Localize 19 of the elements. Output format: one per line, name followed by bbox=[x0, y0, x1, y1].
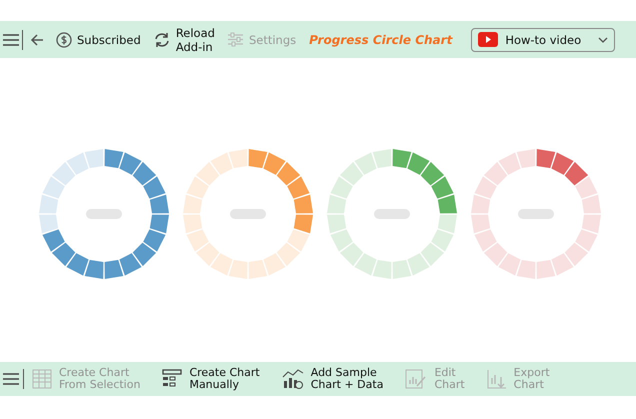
video-dropdown[interactable]: How-to video bbox=[471, 28, 616, 52]
reload-icon bbox=[152, 32, 171, 48]
table-icon bbox=[32, 369, 52, 389]
edit-chart-icon bbox=[405, 369, 428, 389]
app-title: Progress Circle Chart bbox=[309, 32, 452, 46]
caret-icon bbox=[598, 36, 608, 42]
menu-icon[interactable] bbox=[3, 32, 19, 46]
add-sample-button[interactable]: Add Sample Chart + Data bbox=[282, 367, 384, 391]
play-icon bbox=[478, 32, 498, 47]
reload-button[interactable]: Reload Add-in bbox=[152, 26, 215, 54]
chart-data-icon bbox=[282, 369, 304, 389]
back-icon[interactable] bbox=[30, 32, 44, 46]
form-icon bbox=[162, 369, 182, 389]
create-manually-button[interactable]: Create Chart Manually bbox=[162, 367, 260, 391]
dollar-icon bbox=[56, 32, 72, 48]
export-chart-icon bbox=[486, 369, 507, 389]
settings-icon bbox=[226, 32, 244, 47]
subscribed-button[interactable]: Subscribed bbox=[56, 32, 141, 48]
menu-icon[interactable] bbox=[3, 372, 19, 386]
